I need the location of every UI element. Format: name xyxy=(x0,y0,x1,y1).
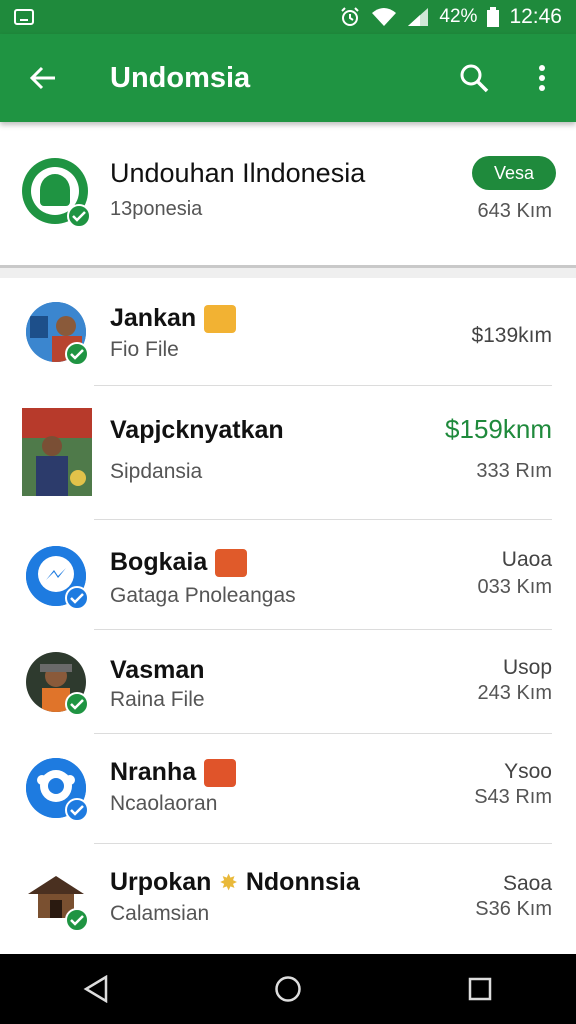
list-item[interactable]: Jankan Fio File $139kım xyxy=(0,278,576,386)
system-nav-bar xyxy=(0,954,576,1024)
message-tag-icon xyxy=(204,304,237,333)
item-title: Jankan xyxy=(110,304,237,333)
chat-avatar-icon xyxy=(26,758,89,822)
verified-check-icon xyxy=(67,204,91,228)
results-list: Jankan Fio File $139kım Vapjcknyatkan Si… xyxy=(0,278,576,954)
battery-icon xyxy=(487,7,500,27)
house-avatar-icon xyxy=(26,868,89,932)
item-subtitle: Ncaolaoran xyxy=(110,792,218,815)
photo-thumbnail xyxy=(22,408,92,496)
mail-tag-icon xyxy=(215,548,248,577)
item-status: Uaoa xyxy=(501,548,552,571)
verified-check-icon xyxy=(65,692,89,716)
item-title-text: Bogkaia xyxy=(110,548,208,576)
item-subtitle: Raina File xyxy=(110,688,205,711)
notification-icon xyxy=(14,9,34,25)
item-distance: 333 Rım xyxy=(476,460,552,482)
sparkle-icon: ✸ xyxy=(219,869,238,895)
status-bar: 42% 12:46 xyxy=(0,0,576,34)
avatar xyxy=(26,652,89,716)
star-tag-icon xyxy=(204,758,237,787)
header-distance: 643 Kım xyxy=(477,200,552,222)
app-title: Undomsia xyxy=(110,61,251,94)
recents-square-icon[interactable] xyxy=(450,959,510,1019)
list-item[interactable]: Nranha Ncaolaoran Ysoo S43 Rım xyxy=(0,734,576,844)
item-distance: 033 Kım xyxy=(477,576,552,598)
verified-check-icon xyxy=(65,908,89,932)
item-price: $139kım xyxy=(471,324,552,347)
item-title: Urpokan ✸ Ndonnsia xyxy=(110,868,360,897)
signal-icon xyxy=(407,7,429,27)
item-title-text: Jankan xyxy=(110,304,197,332)
header-action-button[interactable]: Vesa xyxy=(472,156,556,190)
item-title: Bogkaia xyxy=(110,548,248,577)
item-status: Usop xyxy=(502,656,552,679)
list-item[interactable]: Bogkaia Gatagа Pnoleangas Uaoa 033 Kım xyxy=(0,520,576,630)
item-status: Saoa xyxy=(502,872,552,895)
item-subtitle: Fio File xyxy=(110,338,179,361)
more-vert-icon[interactable] xyxy=(508,34,576,122)
item-subtitle: Calamsian xyxy=(110,902,210,925)
avatar xyxy=(26,302,89,366)
item-title: Nranha xyxy=(110,758,237,787)
list-item[interactable]: Vasman Raina File Usop 243 Kım xyxy=(0,630,576,734)
item-price: $159knm xyxy=(445,414,552,444)
item-title-suffix: Ndonnsia xyxy=(245,868,360,896)
home-circle-icon[interactable] xyxy=(258,959,318,1019)
item-distance: 243 Kım xyxy=(477,682,552,704)
item-title-text: Urpokan xyxy=(110,868,212,896)
header-subtitle: 13ponesia xyxy=(110,198,203,220)
search-icon[interactable] xyxy=(440,34,508,122)
brand-logo-icon xyxy=(22,158,91,228)
item-distance: S43 Rım xyxy=(474,786,552,808)
verified-check-icon xyxy=(65,342,89,366)
item-title: Vasman xyxy=(110,656,205,684)
verified-check-icon xyxy=(65,798,89,822)
back-arrow-icon[interactable] xyxy=(0,34,86,122)
item-subtitle: Sipdansia xyxy=(110,460,203,483)
section-divider xyxy=(0,268,576,278)
wifi-icon xyxy=(371,7,397,27)
messenger-avatar-icon xyxy=(26,546,89,610)
item-subtitle: Gatagа Pnoleangas xyxy=(110,584,296,607)
alarm-icon xyxy=(339,6,361,28)
list-item[interactable]: Vapjcknyatkan Sipdansia $159knm 333 Rım xyxy=(0,386,576,520)
battery-percent: 42% xyxy=(439,6,478,27)
verified-check-icon xyxy=(65,586,89,610)
item-title-text: Nranha xyxy=(110,758,197,786)
back-triangle-icon[interactable] xyxy=(66,959,126,1019)
list-item[interactable]: Urpokan ✸ Ndonnsia Calamsian Saoa S36 Kı… xyxy=(0,844,576,954)
item-title: Vapjcknyatkan xyxy=(110,416,284,444)
header-card[interactable]: Undouhan Ilndonesia 13ponesia Vesa 643 K… xyxy=(0,122,576,268)
item-status: Ysoo xyxy=(504,760,552,783)
app-bar: Undomsia xyxy=(0,34,576,122)
clock: 12:46 xyxy=(509,5,562,28)
header-name: Undouhan Ilndonesia xyxy=(110,158,366,188)
item-distance: S36 Kım xyxy=(475,898,552,920)
